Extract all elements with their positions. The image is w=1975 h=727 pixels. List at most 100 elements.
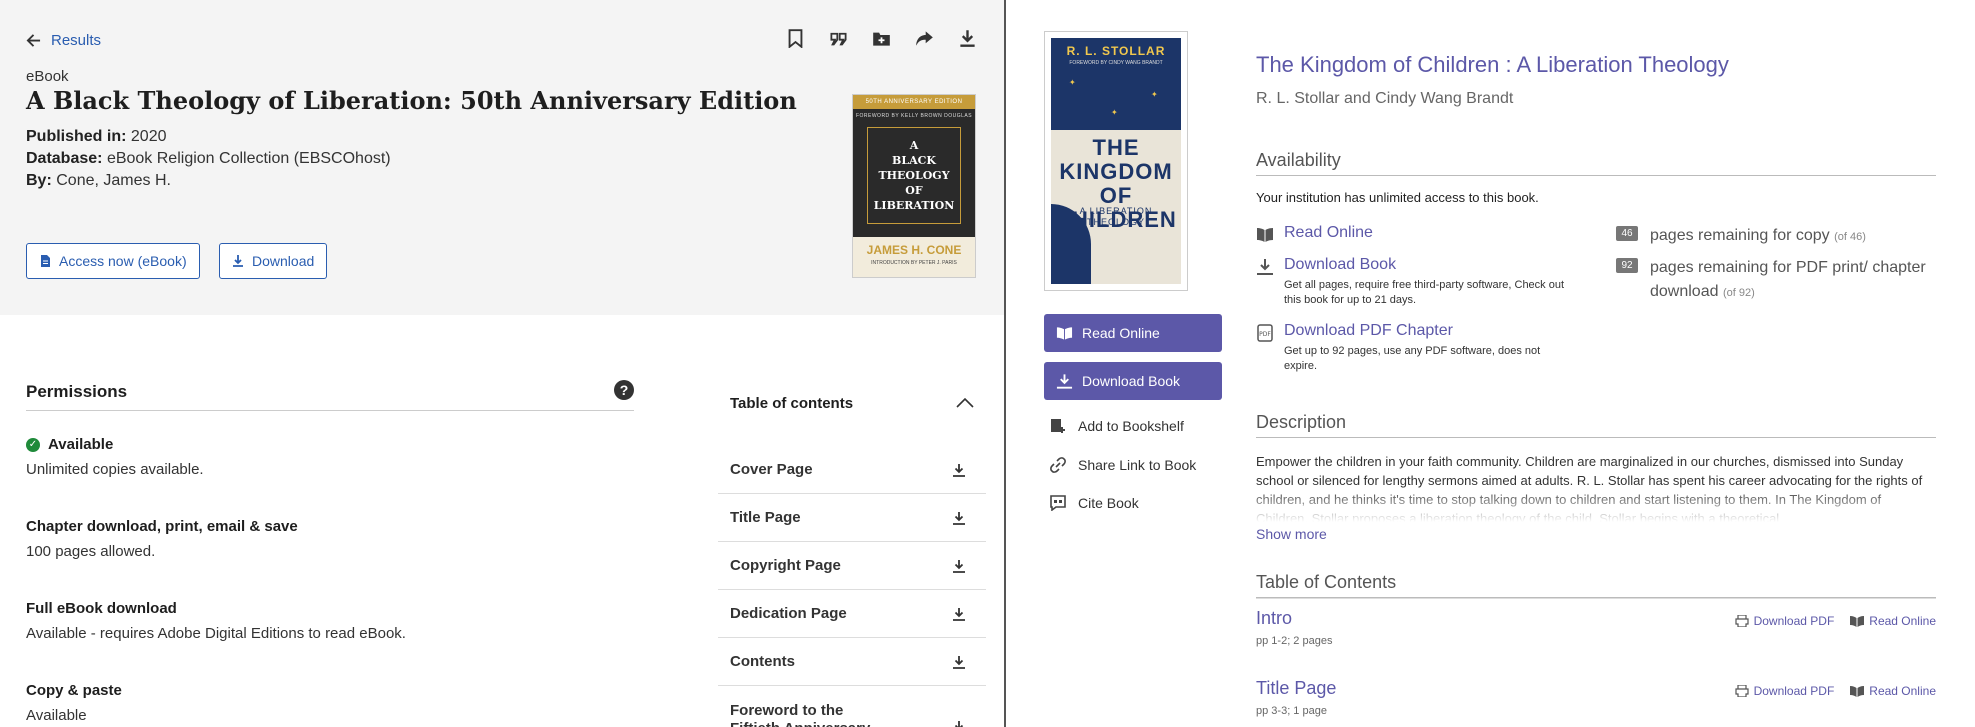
- book-title[interactable]: The Kingdom of Children : A Liberation T…: [1256, 52, 1729, 78]
- toc-entry-pages: pp 3-3; 1 page: [1256, 705, 1327, 717]
- cite-book-link[interactable]: Cite Book: [1050, 495, 1139, 511]
- add-to-bookshelf-link[interactable]: Add to Bookshelf: [1050, 418, 1184, 434]
- read-online-label: Read Online: [1869, 614, 1936, 628]
- permission-title: Full eBook download: [26, 600, 177, 617]
- availability-note: Your institution has unlimited access to…: [1256, 190, 1539, 205]
- download-button-toolbar[interactable]: [957, 28, 977, 48]
- cite-book-label: Cite Book: [1078, 495, 1139, 511]
- author-value: Cone, James H.: [56, 172, 171, 189]
- published-label: Published in:: [26, 128, 127, 145]
- cover-intro: INTRODUCTION BY PETER J. PARIS: [871, 260, 957, 266]
- read-online-link[interactable]: Read Online: [1850, 614, 1936, 628]
- toc-list: Cover Page Title Page Copyright Page Ded…: [718, 446, 986, 727]
- check-circle-icon: ✓: [26, 437, 40, 452]
- permission-item: Copy & paste Available: [26, 682, 122, 724]
- toc-entry-pages: pp 1-2; 2 pages: [1256, 635, 1333, 647]
- description-fade: [1256, 488, 1936, 522]
- toc-item[interactable]: Cover Page: [718, 446, 986, 494]
- toc-item-label: Cover Page: [730, 461, 813, 478]
- help-icon[interactable]: ?: [614, 380, 634, 400]
- open-book-icon: [1850, 616, 1865, 627]
- cover-title-line: BLACK: [892, 154, 936, 167]
- toc-toggle[interactable]: Table of contents: [718, 380, 986, 426]
- cover-author: R. L. STOLLAR: [1066, 44, 1166, 58]
- option-label: Download PDF Chapter: [1284, 322, 1453, 339]
- toc-heading: Table of Contents: [1256, 572, 1936, 598]
- record-metadata: Published in: 2020 Database: eBook Relig…: [26, 126, 391, 192]
- download-icon[interactable]: [952, 607, 966, 621]
- download-pdf-link[interactable]: Download PDF: [1734, 684, 1835, 698]
- chevron-up-icon: [956, 398, 974, 408]
- option-description: Get up to 92 pages, use any PDF software…: [1284, 345, 1541, 372]
- arrow-left-icon: [26, 34, 41, 47]
- permissions-divider: [26, 410, 634, 411]
- download-icon[interactable]: [952, 720, 966, 727]
- share-link-to-book[interactable]: Share Link to Book: [1050, 457, 1196, 473]
- option-label: Read Online: [1284, 224, 1373, 241]
- cover-foreword: FOREWORD BY CINDY WANG BRANDT: [1069, 60, 1163, 66]
- table-of-contents: Table of contents Cover Page Title Page …: [718, 380, 986, 727]
- book-icon: [1257, 228, 1273, 242]
- share-button[interactable]: [914, 28, 934, 48]
- option-description: Get all pages, require free third-party …: [1284, 279, 1565, 306]
- permission-value: Unlimited copies available.: [26, 461, 204, 478]
- copy-pages-remaining: 46 pages remaining for copy (of 46): [1616, 224, 1930, 249]
- download-book-button[interactable]: Download Book: [1044, 362, 1222, 400]
- author-label: By:: [26, 172, 52, 189]
- record-title[interactable]: A Black Theology of Liberation: 50th Ann…: [26, 86, 797, 115]
- cite-button[interactable]: [828, 28, 848, 48]
- toc-item-label: Copyright Page: [730, 557, 841, 574]
- folder-add-icon: [872, 32, 890, 46]
- toc-divider: [1256, 598, 1936, 599]
- access-now-label: Access now (eBook): [59, 253, 187, 269]
- download-icon[interactable]: [952, 463, 966, 477]
- toc-item[interactable]: Title Page: [718, 494, 986, 542]
- right-pane: ✦ ✦ ✦ R. L. STOLLAR FOREWORD BY CINDY WA…: [1006, 0, 1975, 727]
- download-pdf-chapter-option[interactable]: PDF Download PDF Chapter Get up to 92 pa…: [1256, 322, 1576, 374]
- read-online-label: Read Online: [1082, 325, 1160, 341]
- screen: Results eBook A Black Theology of Libera…: [0, 0, 1975, 727]
- toc-item[interactable]: Copyright Page: [718, 542, 986, 590]
- count-of: (of 46): [1834, 231, 1866, 243]
- bookmark-button[interactable]: [785, 28, 805, 48]
- download-book-label: Download Book: [1082, 373, 1181, 389]
- svg-text:PDF: PDF: [1259, 331, 1271, 338]
- download-icon[interactable]: [952, 559, 966, 573]
- open-book-icon: [1850, 686, 1865, 697]
- back-label: Results: [51, 32, 102, 49]
- pdf-pages-remaining: 92 pages remaining for PDF print/ chapte…: [1616, 256, 1930, 305]
- count-text: pages remaining for PDF print/ chapter d…: [1650, 259, 1926, 300]
- download-icon: [1257, 259, 1273, 275]
- read-online-option[interactable]: Read Online: [1256, 224, 1576, 244]
- back-to-results-link[interactable]: Results: [26, 32, 101, 49]
- cover-title-line: A: [909, 139, 919, 152]
- permission-value: 100 pages allowed.: [26, 543, 156, 560]
- download-icon[interactable]: [952, 655, 966, 669]
- option-label: Download Book: [1284, 256, 1397, 273]
- toc-item[interactable]: Contents: [718, 638, 986, 686]
- download-pdf-link[interactable]: Download PDF: [1734, 614, 1834, 628]
- count-badge: 92: [1616, 258, 1638, 273]
- book-cover-image: ✦ ✦ ✦ R. L. STOLLAR FOREWORD BY CINDY WA…: [1044, 31, 1188, 291]
- toc-item[interactable]: Foreword to the Fiftieth Anniversary: [718, 686, 986, 727]
- record-toolbar: [785, 28, 977, 48]
- read-online-link[interactable]: Read Online: [1850, 684, 1936, 698]
- download-icon[interactable]: [952, 511, 966, 525]
- download-pdf-label: Download PDF: [1753, 684, 1835, 698]
- toc-entry: Title Page pp 3-3; 1 page Download PDF R…: [1256, 678, 1936, 717]
- toc-item[interactable]: Dedication Page: [718, 590, 986, 638]
- share-link-label: Share Link to Book: [1078, 457, 1197, 473]
- left-pane: Results eBook A Black Theology of Libera…: [0, 0, 1004, 727]
- permission-item: Chapter download, print, email & save 10…: [26, 518, 298, 560]
- read-online-button[interactable]: Read Online: [1044, 314, 1222, 352]
- access-now-button[interactable]: Access now (eBook): [26, 243, 200, 279]
- cover-foreword: FOREWORD BY KELLY BROWN DOUGLAS: [855, 113, 973, 119]
- toc-heading: Table of contents: [730, 394, 854, 412]
- download-book-option[interactable]: Download Book Get all pages, require fre…: [1256, 256, 1576, 308]
- download-button[interactable]: Download: [219, 243, 328, 279]
- show-more-link[interactable]: Show more: [1256, 526, 1327, 542]
- cover-title-line: LIBERATION: [873, 199, 955, 212]
- star-icon: ✦: [1111, 108, 1118, 117]
- add-to-folder-button[interactable]: [871, 28, 891, 48]
- cover-artwork: ✦ ✦ ✦ R. L. STOLLAR FOREWORD BY CINDY WA…: [1051, 38, 1181, 284]
